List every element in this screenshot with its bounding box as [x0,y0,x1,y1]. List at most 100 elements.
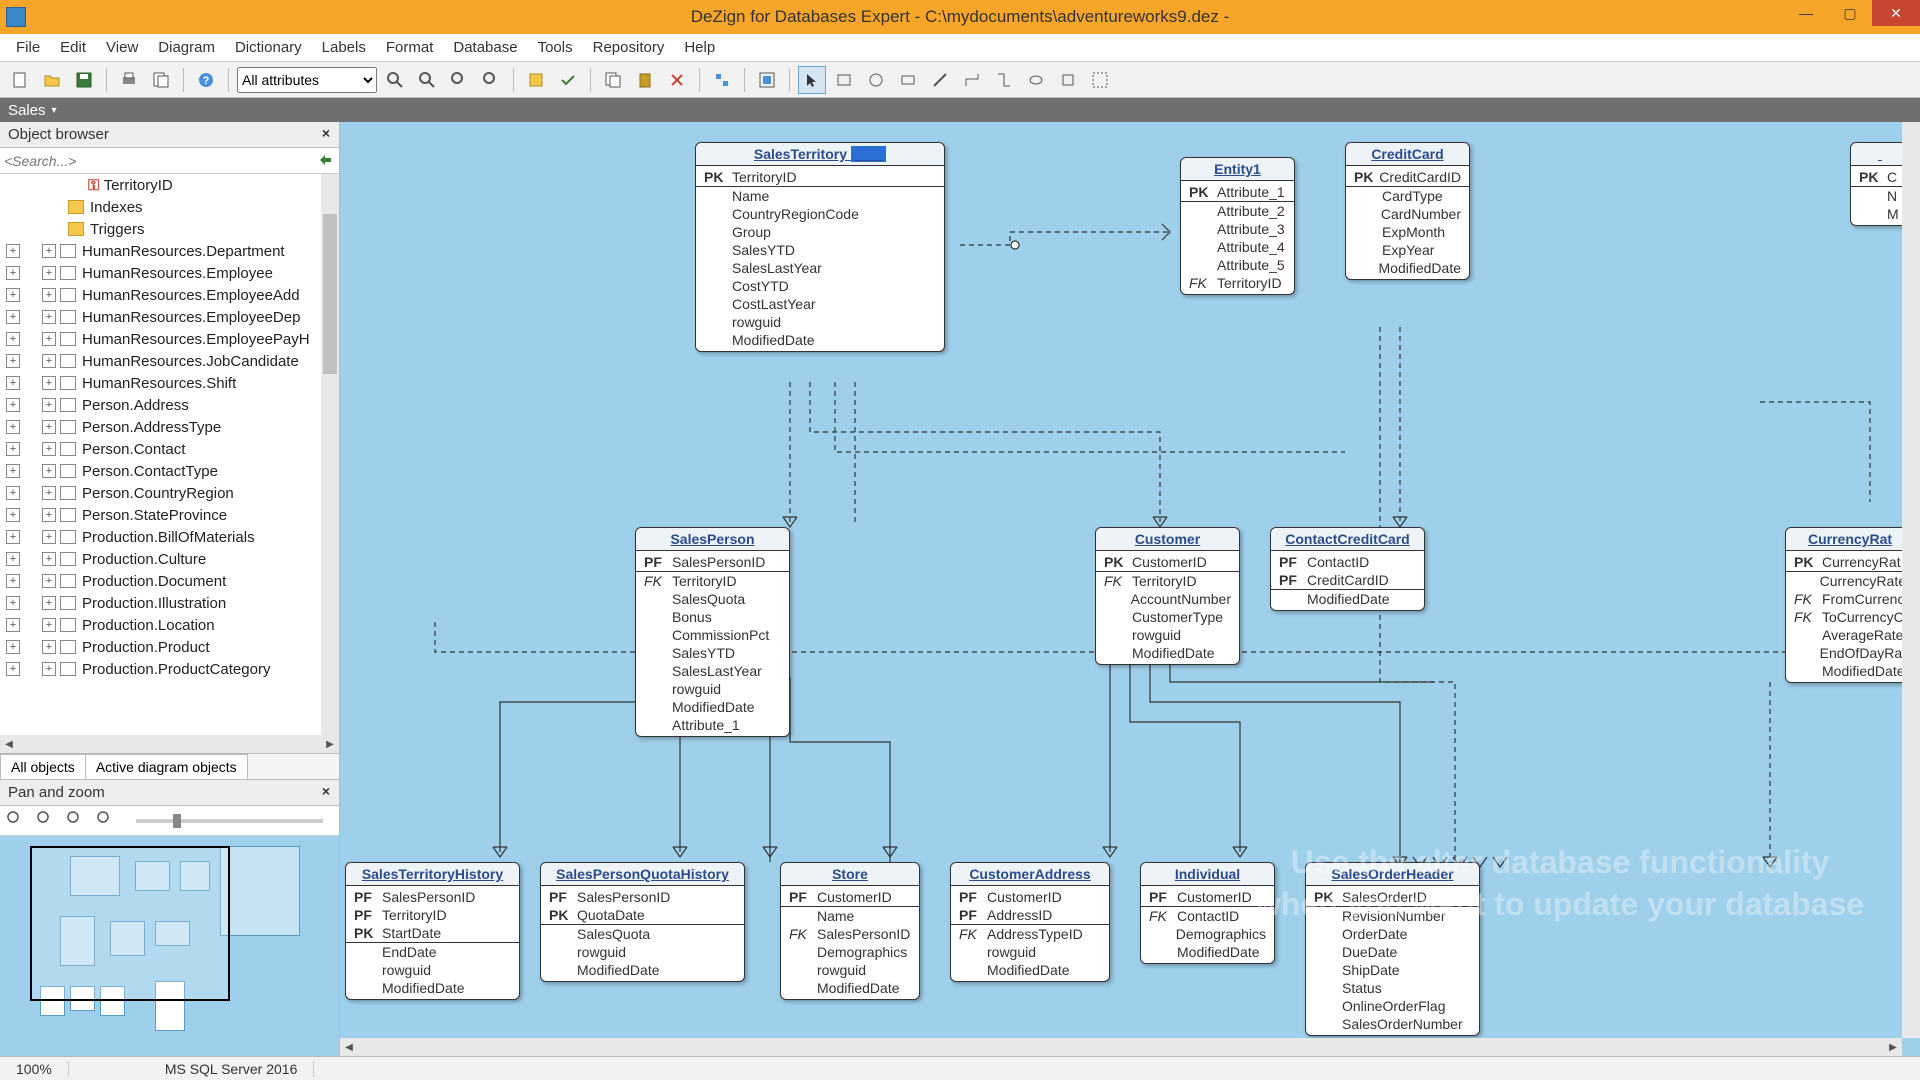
expander-icon[interactable]: + [42,596,56,610]
menu-help[interactable]: Help [674,35,725,60]
note-tool-icon[interactable] [1022,66,1050,94]
menu-tools[interactable]: Tools [528,35,583,60]
expander-icon[interactable]: + [6,640,20,654]
entity-store[interactable]: Store PFCustomerIDNameFKSalesPersonIDDem… [780,862,920,1000]
canvas-horizontal-scrollbar[interactable]: ◀ ▶ [340,1038,1902,1056]
entity-salesperson[interactable]: SalesPerson PFSalesPersonIDFKTerritoryID… [635,527,790,737]
tree-horizontal-scrollbar[interactable]: ◀ ▶ [0,735,339,753]
expander-icon[interactable]: + [6,464,20,478]
scroll-left-icon[interactable]: ◀ [340,1038,358,1056]
tree-node[interactable]: ++Production.ProductCategory [0,658,339,680]
save-icon[interactable] [70,66,98,94]
align-icon[interactable] [708,66,736,94]
pz-zoom-slider[interactable] [136,819,323,823]
pz-zoom-out-icon[interactable] [36,810,58,832]
zoom-100-icon[interactable] [477,66,505,94]
zoom-in-icon[interactable] [381,66,409,94]
menu-edit[interactable]: Edit [50,35,96,60]
stamp-tool-icon[interactable] [1054,66,1082,94]
expander-icon[interactable]: + [42,244,56,258]
expander-icon[interactable]: + [6,376,20,390]
entity-salesterritory[interactable]: SalesTerritory PKTerritoryIDNameCountryR… [695,142,945,352]
expander-icon[interactable]: + [42,530,56,544]
tree-node[interactable]: ++HumanResources.Shift [0,372,339,394]
minimize-button[interactable]: — [1784,0,1828,26]
tree-node[interactable]: ++Production.Product [0,636,339,658]
entity-contactcreditcard[interactable]: ContactCreditCard PFContactIDPFCreditCar… [1270,527,1425,611]
menu-labels[interactable]: Labels [312,35,376,60]
expander-icon[interactable]: + [42,332,56,346]
tree-node[interactable]: ++Person.Contact [0,438,339,460]
attributes-combo[interactable]: All attributes [237,67,377,93]
expander-icon[interactable]: + [42,442,56,456]
print-icon[interactable] [115,66,143,94]
pz-zoom-in-icon[interactable] [6,810,28,832]
open-icon[interactable] [38,66,66,94]
tree-node[interactable]: ++Person.CountryRegion [0,482,339,504]
relation-tool-icon[interactable] [862,66,890,94]
menu-file[interactable]: File [6,35,50,60]
tree-vertical-scrollbar[interactable] [321,174,339,735]
entity-customeraddress[interactable]: CustomerAddress PFCustomerIDPFAddressIDF… [950,862,1110,982]
tree-node[interactable]: ++HumanResources.JobCandidate [0,350,339,372]
menu-database[interactable]: Database [443,35,527,60]
search-input[interactable] [4,153,317,169]
tree-node[interactable]: ++Person.AddressType [0,416,339,438]
canvas-vertical-scrollbar[interactable] [1902,122,1920,1038]
tree-node[interactable]: ++Production.Illustration [0,592,339,614]
tree-node[interactable]: ++HumanResources.EmployeeAdd [0,284,339,306]
entity-currencyrate[interactable]: CurrencyRat PKCurrencyRatCurrencyRateFKF… [1785,527,1915,683]
diagram-canvas[interactable]: SalesTerritory PKTerritoryIDNameCountryR… [340,122,1920,1056]
expander-icon[interactable]: + [42,552,56,566]
expander-icon[interactable]: + [6,310,20,324]
pz-zoom-fit-icon[interactable] [66,810,88,832]
zoom-fit-icon[interactable] [445,66,473,94]
new-icon[interactable] [6,66,34,94]
entity-salesorderheader[interactable]: SalesOrderHeader PKSalesOrderIDRevisionN… [1305,862,1480,1036]
search-go-icon[interactable] [317,152,335,170]
scroll-right-icon[interactable]: ▶ [1884,1038,1902,1056]
expander-icon[interactable]: + [6,354,20,368]
expander-icon[interactable]: + [6,332,20,346]
zoom-out-icon[interactable] [413,66,441,94]
menu-view[interactable]: View [96,35,148,60]
expander-icon[interactable]: + [6,244,20,258]
tree-node[interactable]: ++HumanResources.EmployeePayH [0,328,339,350]
tree-node[interactable]: ++Production.BillOfMaterials [0,526,339,548]
expander-icon[interactable]: + [6,596,20,610]
entity-clipped[interactable]: PKCNM [1850,142,1910,226]
print-preview-icon[interactable] [147,66,175,94]
expander-icon[interactable]: + [6,508,20,522]
expander-icon[interactable]: + [42,310,56,324]
menu-repository[interactable]: Repository [583,35,675,60]
expander-icon[interactable]: + [6,420,20,434]
tree-node[interactable]: ++HumanResources.EmployeeDep [0,306,339,328]
entity-salespersonquotahistory[interactable]: SalesPersonQuotaHistory PFSalesPersonIDP… [540,862,745,982]
expander-icon[interactable]: + [6,398,20,412]
tree-node[interactable]: ++HumanResources.Employee [0,262,339,284]
expander-icon[interactable]: + [42,420,56,434]
pan-zoom-overview[interactable] [0,836,339,1056]
expander-icon[interactable]: + [42,464,56,478]
expander-icon[interactable]: + [42,662,56,676]
line-tool-icon[interactable] [926,66,954,94]
expander-icon[interactable]: + [42,266,56,280]
expander-icon[interactable]: + [42,486,56,500]
copy-icon[interactable] [599,66,627,94]
expander-icon[interactable]: + [6,530,20,544]
tree-node[interactable]: ++Production.Document [0,570,339,592]
tree-node[interactable]: ++Person.Address [0,394,339,416]
pan-zoom-close-icon[interactable]: × [317,782,335,800]
expander-icon[interactable]: + [42,574,56,588]
validate-icon[interactable] [522,66,550,94]
tree-node[interactable]: ++Person.ContactType [0,460,339,482]
expander-icon[interactable]: + [6,552,20,566]
diagram-tab-sales[interactable]: Sales ▾ [8,102,57,119]
tree-node[interactable]: ++HumanResources.Department [0,240,339,262]
check-icon[interactable] [554,66,582,94]
expander-icon[interactable]: + [6,266,20,280]
expander-icon[interactable]: + [6,288,20,302]
help-icon[interactable]: ? [192,66,220,94]
tree-node-triggers[interactable]: Triggers [0,218,339,240]
tab-active-diagram-objects[interactable]: Active diagram objects [85,754,248,779]
